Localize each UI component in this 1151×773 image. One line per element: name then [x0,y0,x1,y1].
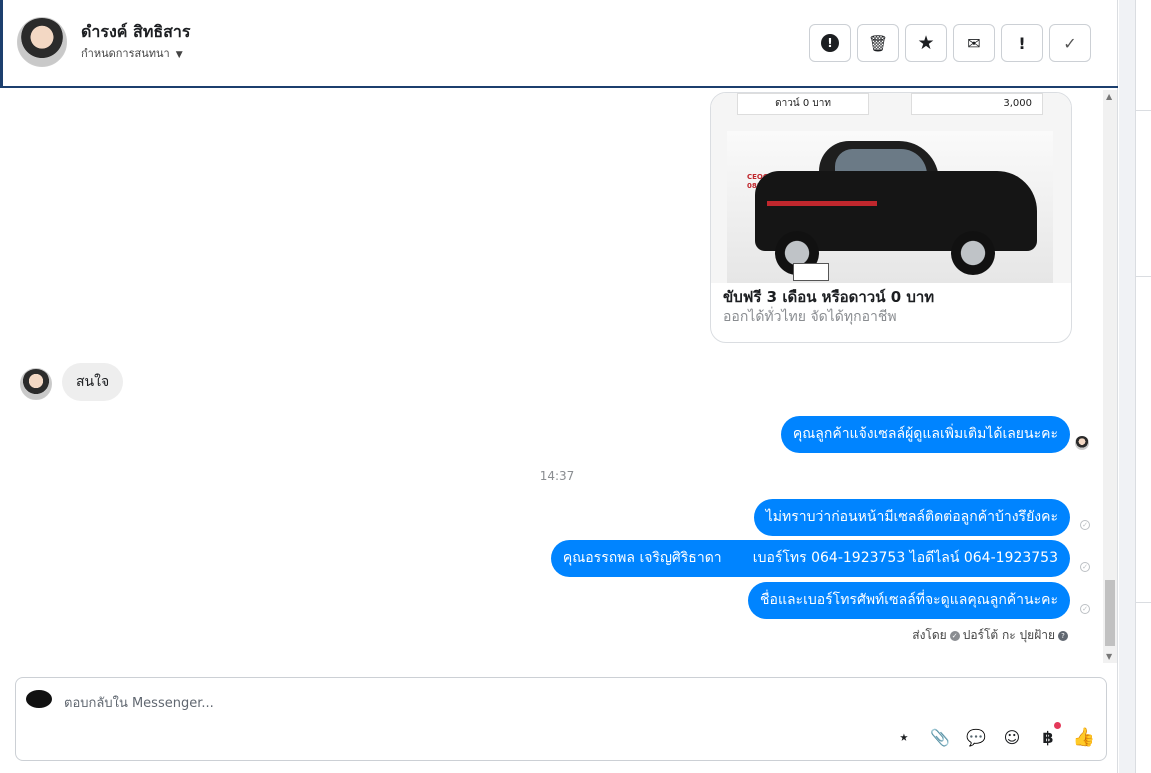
details-panel-edge [1135,0,1151,773]
chat-bubble-icon[interactable]: 💬 [965,726,987,748]
saved-reply-icon[interactable]: ⭑ [893,726,915,748]
delivered-check-icon: ✓ [1080,520,1090,530]
check-badge-icon: ✓ [949,630,960,641]
conversation-header: ดำรงค์ สิทธิสาร กำหนดการสนทนา ▼ ! 🗑 ★ ✉ !… [0,0,1118,88]
sent-by-prefix: ส่งโดย [912,628,947,642]
panel-divider [1136,110,1151,111]
outgoing-message[interactable]: คุณลูกค้าแจ้งเซลล์ผู้ดูแลเพิ่มเติมได้เลย… [780,416,1070,453]
sent-by-label: ส่งโดย ✓ ปอร์โต้ กะ ปุยฝ้าย? [912,626,1071,645]
emoji-icon[interactable]: ☺ [1001,726,1023,748]
page-logo-avatar [26,690,52,708]
mark-done-button[interactable]: ✓ [1049,24,1091,62]
assign-conversation-dropdown[interactable]: กำหนดการสนทนา ▼ [81,44,183,62]
scroll-down-icon[interactable]: ▼ [1106,652,1112,661]
contact-avatar[interactable] [17,17,67,67]
delivered-check-icon: ✓ [1080,562,1090,572]
thumbs-up-icon[interactable]: 👍 [1073,726,1095,748]
check-icon: ✓ [1063,33,1077,53]
star-button[interactable]: ★ [905,24,947,62]
notification-dot [1054,722,1061,729]
assign-label: กำหนดการสนทนา [81,47,170,60]
car-photo: CEOCAR088 567 7832 [727,131,1053,283]
message-timestamp: 14:37 [539,469,575,483]
card-banner-left: ดาวน์ 0 บาท [737,93,869,115]
card-subtitle: ออกได้ทั่วไทย จัดได้ทุกอาชีพ [723,309,897,325]
card-banner-right: 3,000 [911,93,1043,115]
envelope-icon: ✉ [967,33,981,53]
outgoing-message[interactable]: ไม่ทราบว่าก่อนหน้ามีเซลล์ติดต่อลูกค้าบ้า… [753,499,1070,536]
panel-divider [1136,276,1151,277]
help-icon[interactable]: ? [1058,630,1068,641]
license-plate [793,263,829,281]
sender-avatar[interactable] [20,368,52,400]
seen-avatar [1075,436,1089,450]
reply-input[interactable]: ตอบกลับใน Messenger... [64,692,214,713]
conversation-pane: ดำรงค์ สิทธิสาร กำหนดการสนทนา ▼ ! 🗑 ★ ✉ !… [0,0,1118,773]
car-wheel-rear [951,231,995,275]
messages-scrollbar[interactable]: ▲ ▼ [1103,90,1117,663]
inbox-page: ดำรงค์ สิทธิสาร กำหนดการสนทนา ▼ ! 🗑 ★ ✉ !… [0,0,1151,773]
incoming-message[interactable]: สนใจ [62,363,124,401]
car-stripe-shape [767,201,877,206]
sent-by-name[interactable]: ปอร์โต้ กะ ปุยฝ้าย [963,628,1055,642]
panel-divider [1136,602,1151,603]
exclamation-icon: ! [1018,33,1026,53]
scrollbar-thumb[interactable] [1105,580,1115,646]
follow-up-button[interactable]: ! [1001,24,1043,62]
outgoing-message[interactable]: คุณอรรถพล เจริญศิริธาดา เบอร์โทร 064-192… [550,540,1070,577]
attachment-icon[interactable]: 📎 [929,726,951,748]
caret-down-icon: ▼ [175,50,183,60]
delivered-check-icon: ✓ [1080,604,1090,614]
reply-composer[interactable]: ตอบกลับใน Messenger... ⭑ 📎 💬 ☺ ฿ 👍 [15,677,1107,761]
trash-icon: 🗑 [867,33,889,53]
mark-spam-button[interactable]: ! [809,24,851,62]
shared-post-card[interactable]: ดาวน์ 0 บาท 3,000 CEOCAR088 567 7832 ขับ… [710,92,1072,343]
mark-unread-button[interactable]: ✉ [953,24,995,62]
outgoing-message[interactable]: ชื่อและเบอร์โทรศัพท์เซลล์ที่จะดูแลคุณลูก… [748,582,1070,619]
delete-button[interactable]: 🗑 [857,24,899,62]
alert-circle-icon: ! [821,34,839,52]
contact-name[interactable]: ดำรงค์ สิทธิสาร [81,20,190,45]
star-icon: ★ [917,32,935,54]
car-ad-image: ดาวน์ 0 บาท 3,000 CEOCAR088 567 7832 [711,93,1071,283]
baht-payment-icon[interactable]: ฿ [1037,726,1059,748]
scroll-up-icon[interactable]: ▲ [1106,92,1112,101]
